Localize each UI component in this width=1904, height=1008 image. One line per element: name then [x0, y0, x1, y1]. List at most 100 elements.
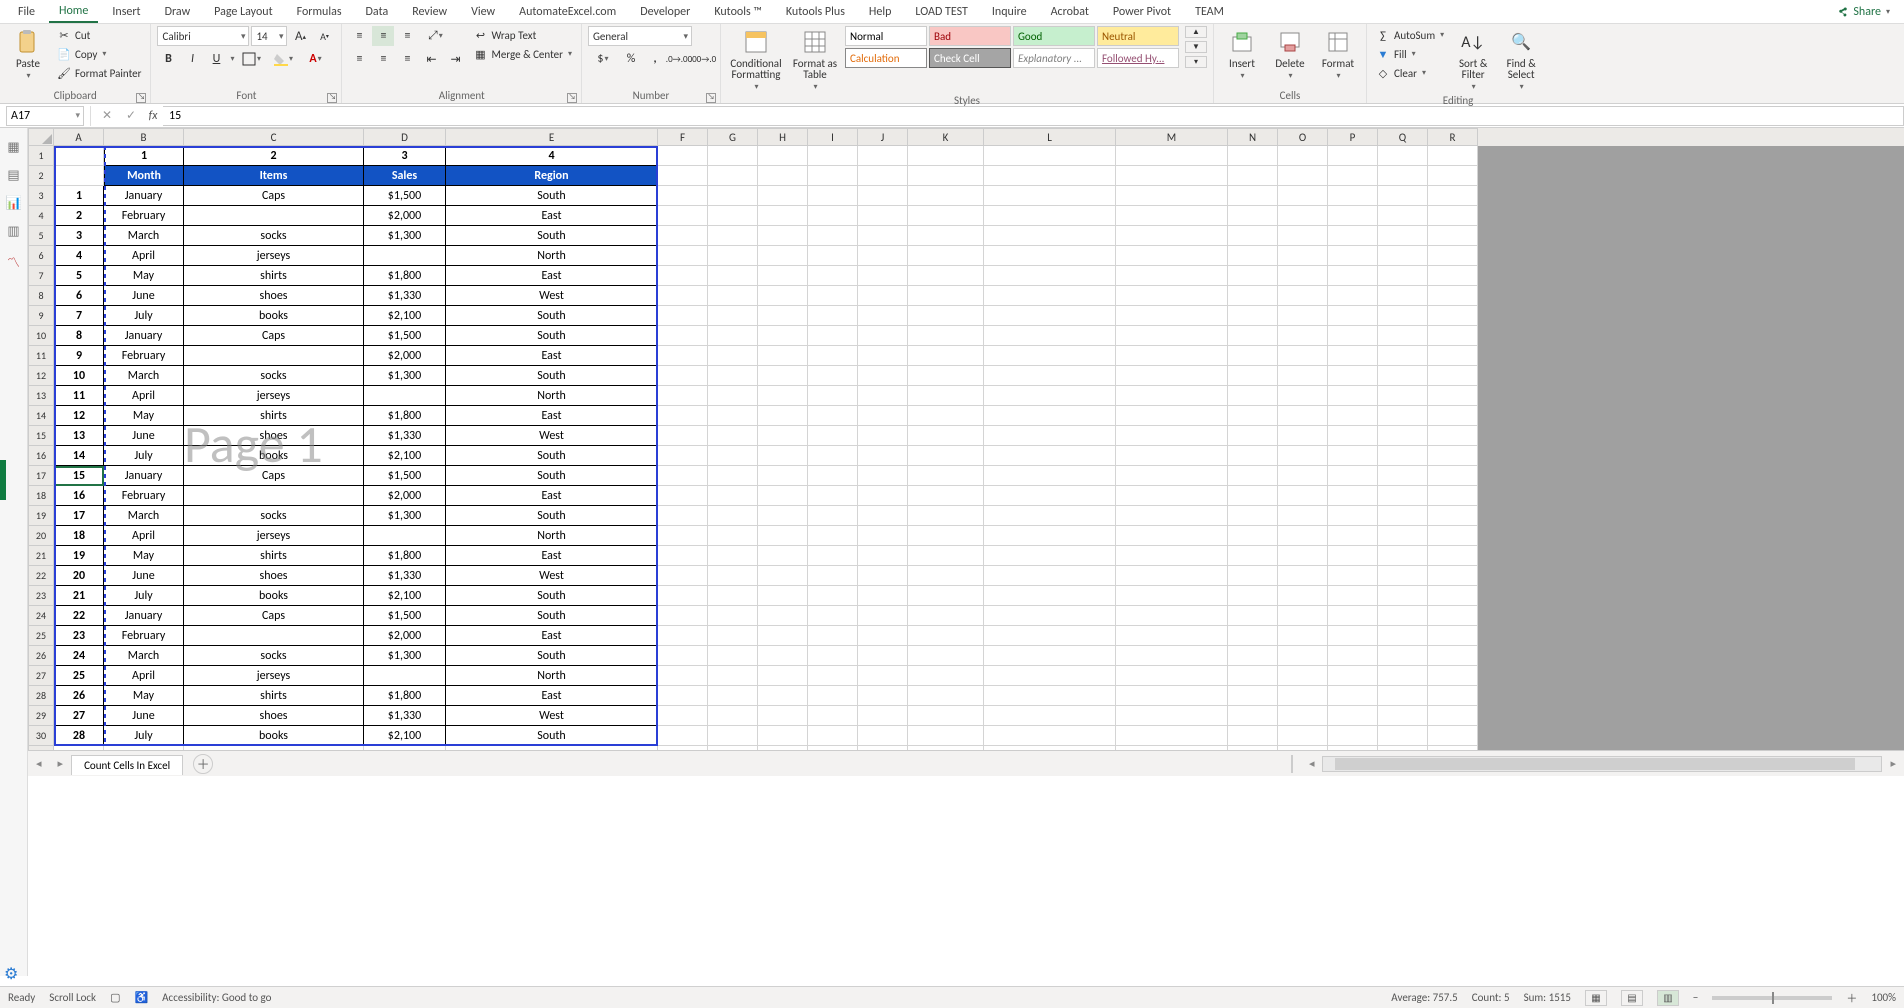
- cell[interactable]: [1116, 326, 1228, 346]
- cell[interactable]: [858, 206, 908, 226]
- cell[interactable]: [1428, 366, 1478, 386]
- cell[interactable]: [658, 186, 708, 206]
- cell[interactable]: April: [104, 246, 184, 266]
- cell[interactable]: 20: [54, 566, 104, 586]
- cell[interactable]: [758, 726, 808, 746]
- menu-tab-kutools-[interactable]: Kutools ™: [704, 2, 772, 22]
- cell[interactable]: $1,500: [364, 606, 446, 626]
- cell-style-check-cell[interactable]: Check Cell: [929, 48, 1011, 68]
- cell[interactable]: [1378, 406, 1428, 426]
- gallery-down-button[interactable]: ▼: [1185, 41, 1207, 53]
- cell[interactable]: [858, 286, 908, 306]
- cell[interactable]: [858, 346, 908, 366]
- cell[interactable]: [984, 146, 1116, 166]
- cell[interactable]: [1328, 306, 1378, 326]
- cell[interactable]: [658, 546, 708, 566]
- align-right-button[interactable]: ≡: [396, 49, 418, 69]
- cell[interactable]: East: [446, 266, 658, 286]
- cell[interactable]: [908, 586, 984, 606]
- cell[interactable]: [758, 686, 808, 706]
- cell[interactable]: [1378, 586, 1428, 606]
- cell[interactable]: [808, 746, 858, 750]
- row-header-5[interactable]: 5: [28, 226, 54, 246]
- cell[interactable]: [758, 486, 808, 506]
- cell[interactable]: [984, 686, 1116, 706]
- cell[interactable]: [858, 186, 908, 206]
- cell[interactable]: [1228, 206, 1278, 226]
- cell[interactable]: [708, 586, 758, 606]
- formula-input[interactable]: 15: [163, 106, 1904, 126]
- menu-tab-acrobat[interactable]: Acrobat: [1041, 2, 1099, 22]
- italic-button[interactable]: I: [181, 49, 203, 69]
- cell[interactable]: July: [104, 306, 184, 326]
- cell[interactable]: January: [104, 466, 184, 486]
- font-color-button[interactable]: A▾: [300, 49, 330, 69]
- rail-icon[interactable]: ▤: [6, 168, 22, 184]
- cell[interactable]: [858, 486, 908, 506]
- select-all-corner[interactable]: [28, 128, 54, 146]
- cell[interactable]: [708, 246, 758, 266]
- cell[interactable]: [1328, 506, 1378, 526]
- cell[interactable]: February: [104, 626, 184, 646]
- row-header-16[interactable]: 16: [28, 446, 54, 466]
- cell[interactable]: [1228, 726, 1278, 746]
- cell[interactable]: [1278, 706, 1328, 726]
- cell[interactable]: [808, 606, 858, 626]
- cell[interactable]: [758, 286, 808, 306]
- cell[interactable]: [1328, 386, 1378, 406]
- cell[interactable]: [1428, 266, 1478, 286]
- cell[interactable]: 7: [54, 306, 104, 326]
- cell[interactable]: [1116, 386, 1228, 406]
- decrease-decimal-button[interactable]: .00→.0: [692, 49, 714, 69]
- cell[interactable]: $2,000: [364, 206, 446, 226]
- cell[interactable]: [858, 646, 908, 666]
- cell[interactable]: [1378, 566, 1428, 586]
- cell[interactable]: [1228, 506, 1278, 526]
- cell[interactable]: [708, 186, 758, 206]
- cell[interactable]: [54, 166, 104, 186]
- cell[interactable]: [1428, 626, 1478, 646]
- cell[interactable]: [1378, 426, 1428, 446]
- col-header-G[interactable]: G: [708, 128, 758, 146]
- cell[interactable]: [708, 666, 758, 686]
- cell[interactable]: [1278, 686, 1328, 706]
- row-header-7[interactable]: 7: [28, 266, 54, 286]
- cell[interactable]: South: [446, 586, 658, 606]
- cell[interactable]: [54, 146, 104, 166]
- cell[interactable]: [758, 446, 808, 466]
- cell[interactable]: Caps: [184, 606, 364, 626]
- find-select-button[interactable]: 🔍Find & Select▾: [1499, 26, 1543, 94]
- cell[interactable]: [1328, 626, 1378, 646]
- cell[interactable]: [908, 326, 984, 346]
- cell[interactable]: [1328, 166, 1378, 186]
- col-header-R[interactable]: R: [1428, 128, 1478, 146]
- cell[interactable]: [658, 206, 708, 226]
- cell[interactable]: [858, 266, 908, 286]
- row-header-27[interactable]: 27: [28, 666, 54, 686]
- cell[interactable]: South: [446, 646, 658, 666]
- cell[interactable]: [1228, 546, 1278, 566]
- view-normal-button[interactable]: ▦: [1585, 990, 1607, 1006]
- cell[interactable]: [1278, 626, 1328, 646]
- hscroll-right[interactable]: ▸: [1882, 757, 1904, 770]
- cell[interactable]: [1116, 586, 1228, 606]
- row-header-20[interactable]: 20: [28, 526, 54, 546]
- cell[interactable]: [1428, 426, 1478, 446]
- cell[interactable]: [708, 526, 758, 546]
- accessibility-icon[interactable]: ♿: [134, 991, 148, 1004]
- cell[interactable]: [984, 246, 1116, 266]
- cell[interactable]: $2,100: [364, 586, 446, 606]
- cell[interactable]: [1116, 346, 1228, 366]
- cell[interactable]: February: [104, 206, 184, 226]
- cell[interactable]: [364, 526, 446, 546]
- row-header-15[interactable]: 15: [28, 426, 54, 446]
- cell-style-normal[interactable]: Normal: [845, 26, 927, 46]
- fill-button[interactable]: ▼Fill ▾: [1373, 45, 1447, 63]
- cell[interactable]: [808, 286, 858, 306]
- row-header-19[interactable]: 19: [28, 506, 54, 526]
- cell[interactable]: [1328, 486, 1378, 506]
- cell[interactable]: [1328, 346, 1378, 366]
- menu-tab-insert[interactable]: Insert: [102, 2, 150, 22]
- cell[interactable]: [1228, 166, 1278, 186]
- cell[interactable]: [1428, 686, 1478, 706]
